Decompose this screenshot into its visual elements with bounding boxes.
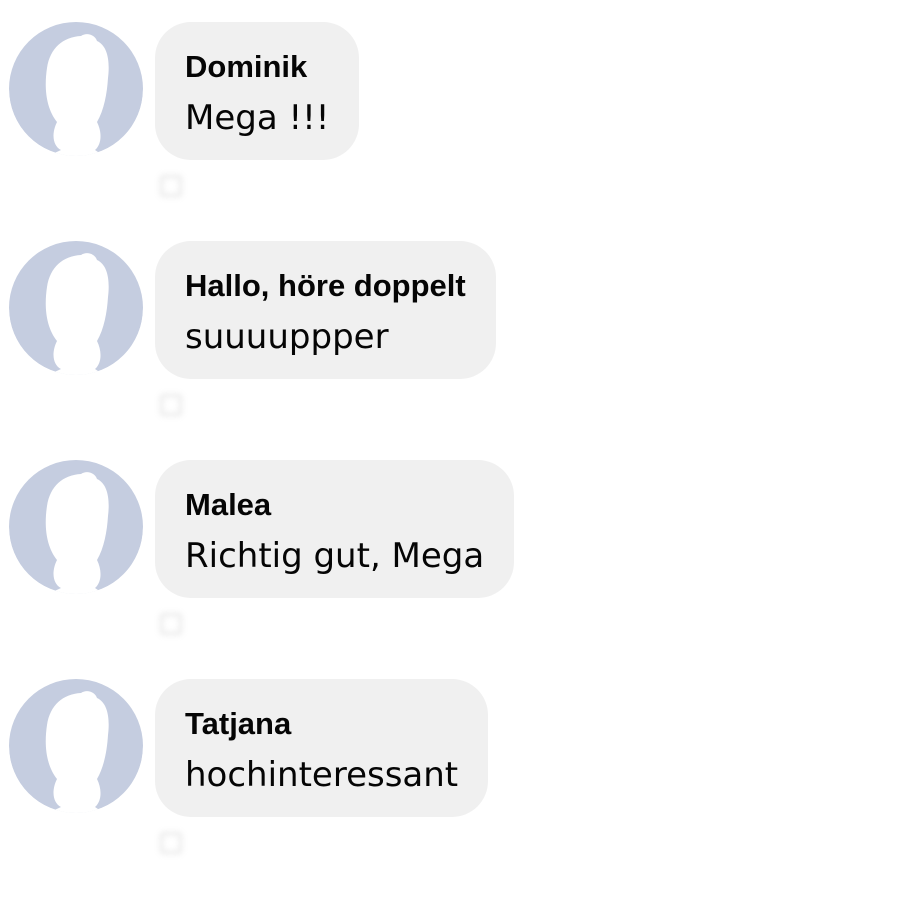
comment-meta bbox=[160, 606, 194, 642]
comment-author[interactable]: Dominik bbox=[185, 48, 329, 86]
comment-item: Tatjana hochinteressant bbox=[0, 657, 899, 854]
comment-bubble: Malea Richtig gut, Mega bbox=[155, 460, 515, 598]
comment-bubble: Dominik Mega !!! bbox=[155, 22, 360, 160]
comment-author[interactable]: Tatjana bbox=[185, 705, 458, 743]
comment-item: Dominik Mega !!! bbox=[0, 0, 899, 197]
clock-icon bbox=[160, 832, 182, 854]
avatar[interactable] bbox=[9, 241, 143, 375]
comment-author[interactable]: Hallo, höre doppelt bbox=[185, 267, 466, 305]
avatar[interactable] bbox=[9, 460, 143, 594]
comment-meta bbox=[160, 387, 194, 423]
comment-item: Malea Richtig gut, Mega bbox=[0, 438, 899, 635]
comment-item: Hallo, höre doppelt suuuuppper bbox=[0, 219, 899, 416]
profile-silhouette-icon bbox=[9, 679, 143, 813]
comment-bubble: Tatjana hochinteressant bbox=[155, 679, 489, 817]
comment-text: Richtig gut, Mega bbox=[185, 536, 485, 576]
avatar[interactable] bbox=[9, 679, 143, 813]
comment-meta bbox=[160, 825, 194, 861]
comment-text: hochinteressant bbox=[185, 755, 459, 795]
comment-meta bbox=[160, 168, 194, 204]
comment-author[interactable]: Malea bbox=[185, 486, 484, 524]
clock-icon bbox=[160, 613, 182, 635]
comment-bubble: Hallo, höre doppelt suuuuppper bbox=[155, 241, 496, 379]
avatar[interactable] bbox=[9, 22, 143, 156]
profile-silhouette-icon bbox=[9, 22, 143, 156]
profile-silhouette-icon bbox=[9, 460, 143, 594]
profile-silhouette-icon bbox=[9, 241, 143, 375]
comment-text: Mega !!! bbox=[185, 98, 330, 138]
clock-icon bbox=[160, 175, 182, 197]
comment-text: suuuuppper bbox=[185, 317, 389, 357]
clock-icon bbox=[160, 394, 182, 416]
